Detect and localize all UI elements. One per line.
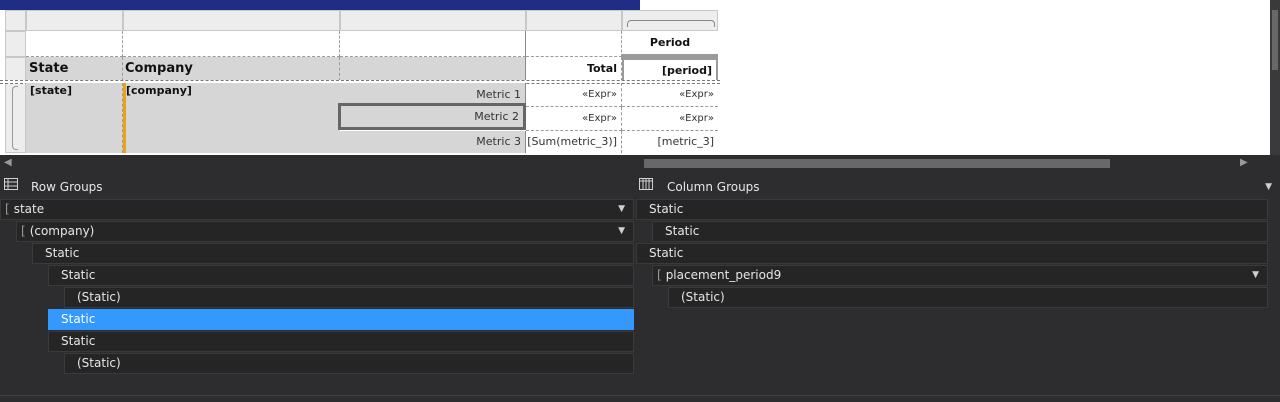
row-group-static[interactable]: (Static): [64, 287, 634, 308]
row-group-label: (Static): [77, 356, 121, 370]
metric-1-period[interactable]: «Expr»: [622, 83, 718, 107]
column-handle-state[interactable]: [26, 10, 123, 31]
row-group-label: state: [13, 202, 45, 216]
empty-cell[interactable]: [340, 31, 526, 57]
column-handle-total[interactable]: [526, 10, 622, 31]
empty-cell[interactable]: [26, 31, 123, 57]
column-group-dropdown-icon[interactable]: ▼: [1252, 266, 1259, 285]
state-cell[interactable]: [state]: [26, 83, 123, 153]
company-cell[interactable]: [company]: [123, 83, 340, 153]
column-groups-icon: [639, 178, 653, 190]
row-handle-1[interactable]: [5, 31, 26, 57]
row-group-state[interactable]: [state ▼: [0, 199, 634, 220]
row-handle-2[interactable]: [5, 57, 26, 81]
row-group-static[interactable]: Static: [32, 243, 634, 264]
horizontal-scroll-thumb[interactable]: [644, 159, 1110, 168]
pane-divider[interactable]: [634, 198, 636, 396]
row-group-label: Static: [45, 246, 80, 260]
company-group-indicator: [123, 83, 126, 153]
scroll-right-arrow-icon[interactable]: ▶: [1240, 157, 1248, 168]
status-separator: [0, 395, 1280, 396]
row-group-company[interactable]: [(company) ▼: [16, 221, 634, 242]
scroll-left-arrow-icon[interactable]: ◀: [4, 157, 12, 168]
row-handle-detail[interactable]: [5, 81, 26, 153]
column-groups-header: Column Groups ▼: [636, 176, 1276, 198]
column-group-static[interactable]: (Static): [668, 287, 1268, 308]
vertical-scrollbar[interactable]: [1270, 0, 1280, 155]
row-group-label: Static: [61, 312, 96, 326]
column-group-label: Static: [665, 224, 700, 238]
row-group-label: (company): [29, 224, 95, 238]
report-title-bar: [0, 0, 640, 10]
state-header[interactable]: State: [26, 57, 123, 81]
column-handle-period[interactable]: [622, 10, 718, 31]
column-group-bracket: [627, 20, 715, 27]
row-groups-icon: [4, 178, 18, 190]
column-group-placement-period[interactable]: [placement_period9 ▼: [652, 265, 1268, 286]
period-header[interactable]: [period]: [622, 57, 718, 81]
company-header[interactable]: Company: [123, 57, 340, 81]
row-group-static[interactable]: Static: [48, 331, 634, 352]
column-group-label: Static: [649, 202, 684, 216]
vertical-scroll-thumb[interactable]: [1272, 10, 1278, 70]
period-group-header[interactable]: Period: [622, 31, 718, 57]
column-group-label: Static: [649, 246, 684, 260]
row-group-static[interactable]: (Static): [64, 353, 634, 374]
metric-2-total[interactable]: «Expr»: [526, 107, 622, 131]
column-group-static[interactable]: Static: [652, 221, 1268, 242]
empty-cell[interactable]: [526, 31, 622, 57]
row-group-static[interactable]: Static: [48, 265, 634, 286]
metric-3-period[interactable]: [metric_3]: [622, 131, 718, 153]
column-group-static[interactable]: Static: [636, 243, 1268, 264]
metric-3-label[interactable]: Metric 3: [340, 131, 526, 153]
column-groups-title: Column Groups: [667, 180, 760, 194]
row-group-bracket: [12, 86, 18, 150]
row-group-dropdown-icon[interactable]: ▼: [618, 222, 625, 241]
column-groups-menu-icon[interactable]: ▼: [1265, 182, 1272, 192]
group-bracket-icon: [: [5, 202, 10, 216]
row-group-label: (Static): [77, 290, 121, 304]
column-group-static[interactable]: Static: [636, 199, 1268, 220]
row-group-dropdown-icon[interactable]: ▼: [618, 200, 625, 219]
row-groups-title: Row Groups: [31, 180, 103, 194]
row-group-static-selected[interactable]: Static: [48, 309, 634, 330]
row-group-label: Static: [61, 268, 96, 282]
horizontal-scrollbar[interactable]: ◀ ▶: [0, 155, 1280, 171]
column-handle-metric[interactable]: [340, 10, 526, 31]
empty-cell[interactable]: [123, 31, 340, 57]
row-group-label: Static: [61, 334, 96, 348]
row-groups-header: Row Groups: [0, 176, 634, 198]
column-handle-company[interactable]: [123, 10, 340, 31]
group-bracket-icon: [: [657, 268, 662, 282]
metric-3-total[interactable]: [Sum(metric_3)]: [526, 131, 622, 153]
metric-2-period[interactable]: «Expr»: [622, 107, 718, 131]
column-group-label: (Static): [681, 290, 725, 304]
group-bracket-icon: [: [21, 224, 26, 238]
column-group-label: placement_period9: [665, 268, 782, 282]
metric-2-label[interactable]: Metric 2: [338, 103, 526, 130]
corner-handle[interactable]: [5, 10, 26, 31]
tablix[interactable]: Period State Company Total [period] [sta…: [0, 10, 720, 155]
total-header[interactable]: Total: [526, 57, 622, 81]
metric-1-total[interactable]: «Expr»: [526, 83, 622, 107]
report-design-surface[interactable]: Period State Company Total [period] [sta…: [0, 0, 1270, 155]
metric-header-empty[interactable]: [340, 57, 526, 81]
